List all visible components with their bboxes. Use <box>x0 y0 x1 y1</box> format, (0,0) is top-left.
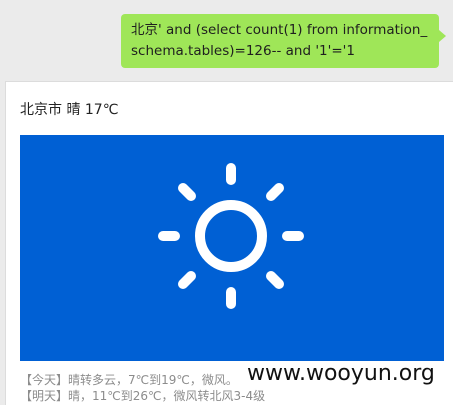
weather-image <box>20 135 444 361</box>
forecast-today: 【今天】晴转多云，7℃到19℃，微风。 <box>20 373 238 387</box>
forecast-tomorrow: 【明天】晴，11℃到26℃，微风转北风3-4级 <box>20 389 266 403</box>
bubble-tail <box>439 30 446 42</box>
weather-card-title: 北京市 晴 17℃ <box>20 102 119 118</box>
forecast-text: 【今天】晴转多云，7℃到19℃，微风。 【明天】晴，11℃到26℃，微风转北风3… <box>20 372 265 404</box>
sun-icon <box>158 163 304 309</box>
chat-message-bubble[interactable]: 北京' and (select count(1) from informatio… <box>121 14 439 68</box>
weather-card[interactable]: 北京市 晴 17℃ 【今天】晴转多云，7℃到19℃，微风。 【明天】晴，11℃到… <box>5 81 453 405</box>
watermark: www.wooyun.org <box>247 361 435 386</box>
chat-message-text: 北京' and (select count(1) from informatio… <box>131 22 428 59</box>
